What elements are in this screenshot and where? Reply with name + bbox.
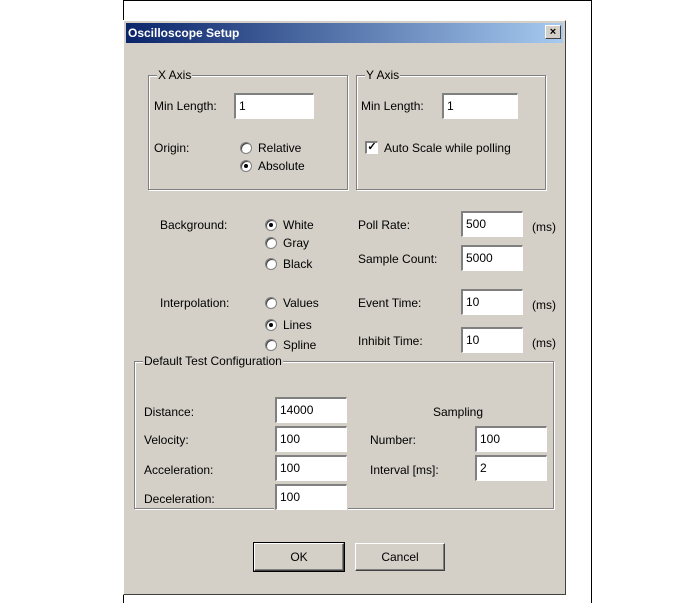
distance-input[interactable]: 14000 [274,396,348,424]
velocity-label: Velocity: [144,433,189,447]
ok-button[interactable]: OK [253,542,345,572]
interpolation-values-radio[interactable] [265,297,277,309]
background-white-radio[interactable] [265,219,277,231]
x-min-length-input[interactable]: 1 [233,92,315,120]
title-bar: Oscilloscope Setup [126,23,563,43]
background-black-radio[interactable] [265,258,277,270]
origin-absolute-radio[interactable] [240,160,252,172]
event-time-input[interactable]: 10 [460,288,524,316]
origin-relative-label: Relative [258,141,302,155]
acceleration-label: Acceleration: [144,463,214,477]
inhibit-time-unit: (ms) [532,336,556,350]
interval-input[interactable]: 2 [474,454,548,482]
sample-count-input[interactable]: 5000 [460,244,524,272]
poll-rate-unit: (ms) [532,220,556,234]
interval-label: Interval [ms]: [370,463,439,477]
interpolation-values-label: Values [283,296,319,310]
deceleration-label: Deceleration: [144,492,215,506]
sample-count-label: Sample Count: [358,252,438,266]
y-axis-title: Y Axis [365,68,401,82]
check-mark-icon: ✓ [367,141,377,153]
background-gray-label: Gray [283,236,310,250]
distance-label: Distance: [144,405,195,419]
background-label: Background: [160,218,228,232]
close-button[interactable]: × [545,25,561,39]
cancel-button[interactable]: Cancel [355,543,445,571]
poll-rate-label: Poll Rate: [358,218,411,232]
x-axis-title: X Axis [157,68,193,82]
origin-absolute-label: Absolute [258,159,305,173]
interpolation-spline-label: Spline [283,338,317,352]
interpolation-lines-radio[interactable] [265,319,277,331]
autoscale-checkbox[interactable]: ✓ [365,141,378,154]
event-time-label: Event Time: [358,296,422,310]
number-input[interactable]: 100 [474,425,548,453]
inhibit-time-input[interactable]: 10 [460,326,524,354]
inhibit-time-label: Inhibit Time: [358,334,423,348]
x-origin-label: Origin: [154,141,190,155]
default-test-title: Default Test Configuration [143,354,283,368]
background-white-label: White [283,218,314,232]
interpolation-label: Interpolation: [160,296,230,310]
oscilloscope-setup-dialog: Oscilloscope Setup × X Axis Min Length: … [123,20,566,595]
x-min-length-label: Min Length: [154,99,217,113]
background-gray-radio[interactable] [265,237,277,249]
number-label: Number: [370,433,417,447]
close-icon: × [549,26,557,38]
interpolation-lines-label: Lines [283,318,312,332]
interpolation-spline-radio[interactable] [265,339,277,351]
event-time-unit: (ms) [532,298,556,312]
sampling-title: Sampling [433,405,484,419]
dialog-title: Oscilloscope Setup [128,26,240,40]
velocity-input[interactable]: 100 [274,425,348,453]
deceleration-input[interactable]: 100 [274,483,348,511]
origin-relative-radio[interactable] [240,142,252,154]
acceleration-input[interactable]: 100 [274,454,348,482]
y-min-length-input[interactable]: 1 [441,92,519,120]
y-min-length-label: Min Length: [361,99,424,113]
background-black-label: Black [283,257,313,271]
autoscale-label: Auto Scale while polling [384,141,511,155]
poll-rate-input[interactable]: 500 [460,210,524,238]
